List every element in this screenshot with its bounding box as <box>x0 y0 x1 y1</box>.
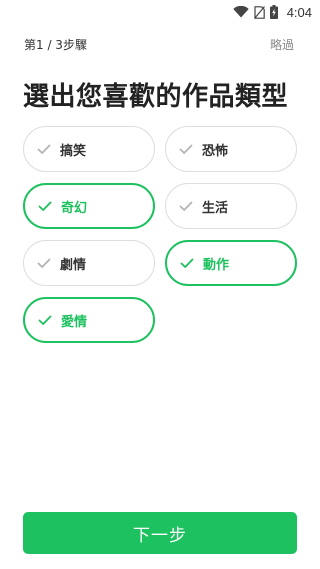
check-icon <box>37 142 51 156</box>
genre-label: 恐怖 <box>202 143 229 159</box>
genre-label: 奇幻 <box>61 200 88 216</box>
genre-label: 劇情 <box>60 257 87 273</box>
genre-chip-fantasy[interactable]: 奇幻 <box>23 183 155 229</box>
check-icon <box>38 313 52 327</box>
no-sim-icon <box>253 5 265 19</box>
genre-grid: 搞笑 恐怖 奇幻 生活 劇情 動作 愛情 <box>23 126 299 343</box>
wifi-icon <box>232 6 249 18</box>
genre-label: 動作 <box>203 257 230 273</box>
genre-chip-action[interactable]: 動作 <box>165 240 297 286</box>
check-icon <box>179 142 193 156</box>
genre-label: 搞笑 <box>60 143 87 159</box>
genre-chip-drama[interactable]: 劇情 <box>23 240 155 286</box>
battery-charging-icon <box>269 5 278 19</box>
status-time: 4:04 <box>286 4 312 20</box>
genre-chip-comedy[interactable]: 搞笑 <box>23 126 155 172</box>
check-icon <box>37 256 51 270</box>
check-icon <box>38 199 52 213</box>
check-icon <box>180 256 194 270</box>
genre-label: 生活 <box>202 200 229 216</box>
genre-chip-slice-of-life[interactable]: 生活 <box>165 183 297 229</box>
step-indicator: 第1 / 3步驟 <box>24 38 87 52</box>
status-bar: 4:04 <box>0 0 320 24</box>
step-header: 第1 / 3步驟 略過 <box>24 36 294 53</box>
skip-button[interactable]: 略過 <box>270 36 294 53</box>
genre-selection-screen: 4:04 第1 / 3步驟 略過 選出您喜歡的作品類型 搞笑 恐怖 奇幻 生活 … <box>0 0 320 569</box>
genre-label: 愛情 <box>61 314 88 330</box>
next-step-button[interactable]: 下一步 <box>23 512 297 554</box>
page-title: 選出您喜歡的作品類型 <box>23 82 289 112</box>
check-icon <box>179 199 193 213</box>
genre-chip-horror[interactable]: 恐怖 <box>165 126 297 172</box>
genre-chip-romance[interactable]: 愛情 <box>23 297 155 343</box>
